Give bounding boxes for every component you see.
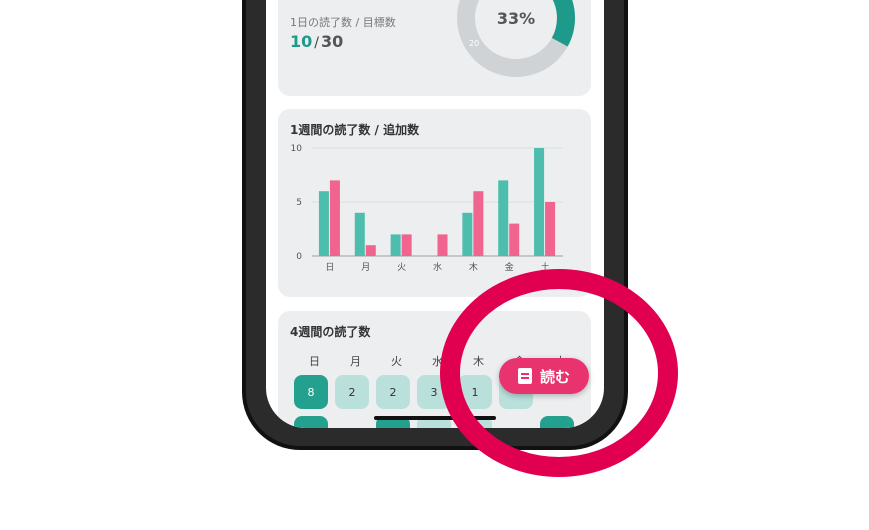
daily-goal-label: 1日の読了数 / 目標数: [290, 16, 396, 29]
chart-bar: [473, 191, 484, 256]
daily-done-count: 10: [290, 32, 313, 51]
donut-tick-label: 20: [469, 39, 479, 48]
calendar-cell[interactable]: 2: [376, 375, 410, 409]
x-tick-label: 火: [397, 262, 406, 273]
chart-bar: [329, 180, 340, 256]
highlight-circle: [440, 269, 678, 477]
chart-bar: [545, 202, 556, 256]
daily-goal-ratio: 10/30: [290, 32, 343, 51]
calendar-cell[interactable]: 2: [335, 375, 369, 409]
weekly-chart-title: 1週間の読了数 / 追加数: [290, 123, 420, 137]
day-header-mon: 月: [350, 355, 361, 368]
day-header-sun: 日: [309, 355, 320, 368]
chart-bar: [365, 245, 376, 256]
chart-bar: [437, 234, 448, 256]
day-header-tue: 火: [391, 355, 402, 368]
x-tick-label: 月: [361, 262, 370, 273]
chart-bar: [390, 234, 401, 256]
x-tick-label: 木: [469, 261, 478, 273]
chart-bar: [462, 212, 473, 256]
chart-bar: [534, 148, 545, 256]
chart-bar: [318, 191, 329, 256]
daily-percent: 33%: [497, 9, 535, 28]
chart-bar: [354, 212, 365, 256]
daily-progress-donut: 33% 20: [457, 0, 575, 77]
y-tick-label: 10: [291, 144, 303, 154]
calendar-cell[interactable]: [294, 416, 328, 428]
chart-bar: [401, 234, 412, 256]
weekly-bar-chart: 1050日月火水木金土: [291, 144, 563, 273]
x-tick-label: 金: [505, 261, 514, 273]
calendar-cell[interactable]: 8: [294, 375, 328, 409]
y-tick-label: 5: [296, 198, 302, 208]
daily-goal-count: 30: [320, 32, 344, 51]
y-tick-label: 0: [296, 252, 302, 262]
daily-goal-card: 1日の読了数 / 目標数 10/30 33% 20: [278, 0, 591, 96]
calendar-cell[interactable]: [335, 416, 369, 428]
x-tick-label: 日: [325, 262, 334, 273]
x-tick-label: 水: [433, 261, 442, 273]
monthly-title: 4週間の読了数: [290, 325, 371, 339]
daily-ratio-separator: /: [314, 35, 319, 51]
chart-bar: [509, 223, 520, 256]
chart-bar: [498, 180, 509, 256]
